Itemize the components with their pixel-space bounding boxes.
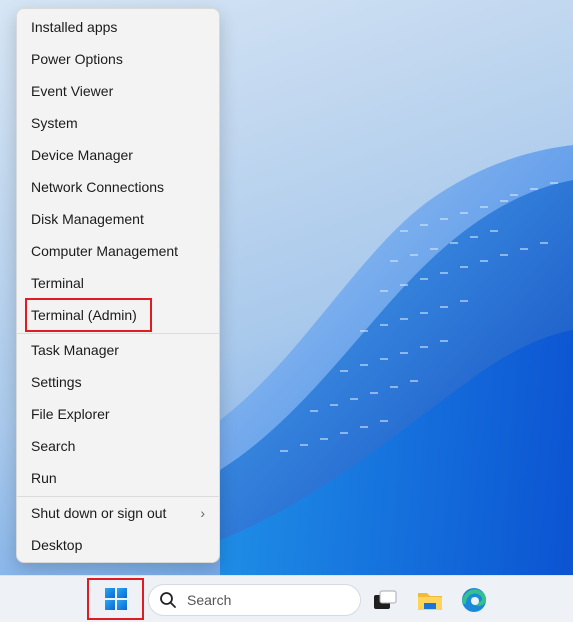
menu-item-label: Terminal — [31, 275, 84, 291]
search-icon — [160, 592, 176, 608]
edge-icon — [462, 588, 487, 612]
menu-item-label: Device Manager — [31, 147, 133, 163]
menu-item-label: Task Manager — [31, 342, 119, 358]
task-view-button[interactable] — [370, 585, 400, 615]
edge-button[interactable] — [459, 585, 489, 615]
menu-item-label: Installed apps — [31, 19, 118, 35]
winx-context-menu: Installed apps Power Options Event Viewer S… — [16, 8, 220, 563]
menu-item-file-explorer[interactable]: File Explorer — [17, 399, 219, 429]
menu-item-device-manager[interactable]: Device Manager — [17, 140, 219, 170]
menu-item-system[interactable]: System — [17, 108, 219, 138]
chevron-right-icon: › — [200, 505, 205, 521]
menu-item-desktop[interactable]: Desktop — [17, 530, 219, 560]
menu-item-label: Desktop — [31, 537, 83, 553]
search-placeholder: Search — [187, 592, 232, 608]
menu-item-event-viewer[interactable]: Event Viewer — [17, 76, 219, 106]
task-view-icon — [374, 590, 397, 609]
menu-item-label: Computer Management — [31, 243, 179, 259]
menu-item-terminal[interactable]: Terminal — [17, 268, 219, 298]
menu-item-label: File Explorer — [31, 406, 110, 422]
taskbar-search-box[interactable]: Search — [148, 584, 361, 616]
menu-item-highlight — [25, 298, 152, 332]
menu-item-run[interactable]: Run — [17, 463, 219, 493]
menu-item-disk-management[interactable]: Disk Management — [17, 204, 219, 234]
menu-item-label: System — [31, 115, 78, 131]
menu-item-label: Disk Management — [31, 211, 144, 227]
menu-separator — [17, 496, 219, 497]
menu-item-label: Settings — [31, 374, 82, 390]
menu-item-label: Power Options — [31, 51, 123, 67]
taskbar: Search — [0, 575, 573, 622]
file-explorer-icon — [418, 593, 442, 610]
start-button-highlight — [87, 578, 144, 620]
menu-item-label: Shut down or sign out — [31, 505, 167, 521]
menu-item-settings[interactable]: Settings — [17, 367, 219, 397]
menu-item-installed-apps[interactable]: Installed apps — [17, 12, 219, 42]
menu-separator — [17, 333, 219, 334]
menu-item-label: Network Connections — [31, 179, 165, 195]
menu-item-shut-down-or-sign-out[interactable]: Shut down or sign out › — [17, 498, 219, 528]
menu-item-task-manager[interactable]: Task Manager — [17, 335, 219, 365]
menu-item-power-options[interactable]: Power Options — [17, 44, 219, 74]
menu-item-label: Event Viewer — [31, 83, 114, 99]
menu-item-label: Search — [31, 438, 76, 454]
file-explorer-button[interactable] — [415, 585, 445, 615]
menu-item-network-connections[interactable]: Network Connections — [17, 172, 219, 202]
menu-item-label: Run — [31, 470, 57, 486]
menu-item-computer-management[interactable]: Computer Management — [17, 236, 219, 266]
menu-item-search[interactable]: Search — [17, 431, 219, 461]
